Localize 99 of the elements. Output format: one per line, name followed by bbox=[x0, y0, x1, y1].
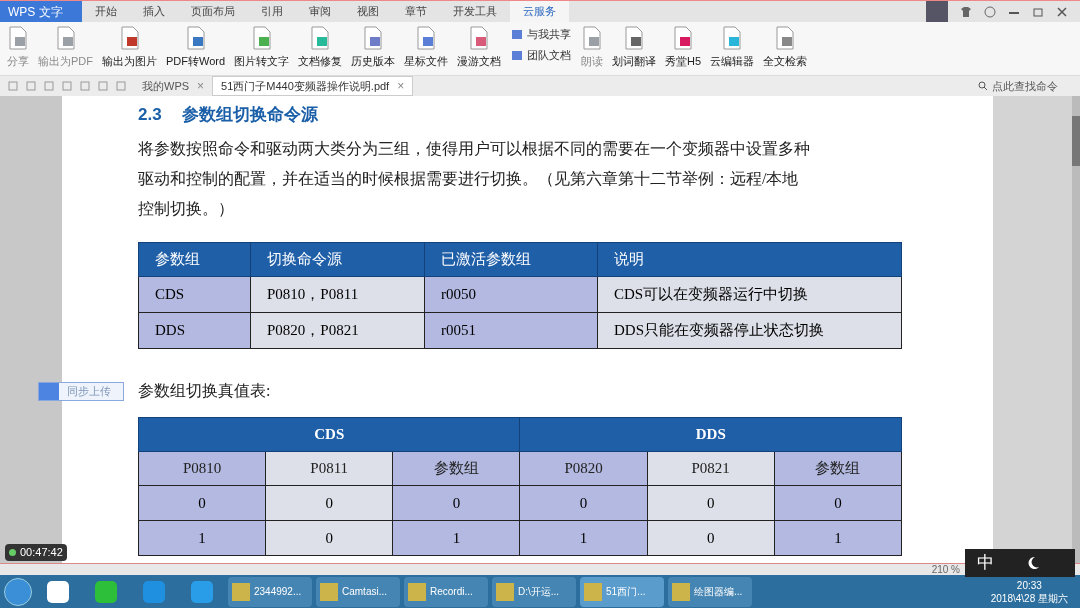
table-cell: 0 bbox=[519, 485, 648, 521]
table-header-cell: 已激活参数组 bbox=[424, 242, 598, 277]
start-button[interactable] bbox=[4, 577, 32, 606]
table-cell: 0 bbox=[647, 520, 775, 556]
clock-date: 2018\4\28 星期六 bbox=[990, 591, 1068, 605]
ribbon-button[interactable]: 漫游文档 bbox=[454, 26, 505, 70]
moon-icon bbox=[1026, 556, 1040, 570]
table-cell: 0 bbox=[265, 485, 393, 521]
document-icon bbox=[362, 26, 385, 50]
menu-tab[interactable]: 章节 bbox=[392, 1, 440, 22]
document-tab[interactable]: 我的WPS × bbox=[134, 76, 213, 96]
folder-icon bbox=[511, 48, 524, 61]
ribbon-button[interactable]: 划词翻译 bbox=[609, 26, 660, 70]
table-cell: 0 bbox=[774, 485, 902, 521]
document-icon bbox=[118, 26, 141, 50]
app-icon[interactable] bbox=[94, 579, 118, 604]
ribbon-small-button[interactable]: 团队文档 bbox=[511, 46, 572, 63]
search-icon bbox=[978, 81, 988, 91]
document-icon bbox=[581, 26, 604, 50]
heading-number: 2.3 bbox=[138, 104, 162, 127]
table-cell: 1 bbox=[138, 520, 266, 556]
table-header-cell: P0820 bbox=[519, 451, 648, 486]
restore-icon[interactable] bbox=[1032, 5, 1044, 18]
table-cell: DDS只能在变频器停止状态切换 bbox=[597, 312, 902, 349]
table-header-cell: DDS bbox=[519, 417, 902, 452]
table-cell: P0810，P0811 bbox=[250, 276, 425, 313]
taskbar-button[interactable]: 绘图器编... bbox=[668, 576, 752, 607]
body-paragraph: 将参数按照命令和驱动两大类分为三组，使得用户可以根据不同的需要在一个变频器中设置多种 驱动和控制的配置，并在适当的时候根据需要进行切换。（见第六章第十二节举例：远程/本地 控制切换。） bbox=[138, 139, 811, 219]
taskbar-button[interactable]: D:\开运... bbox=[492, 576, 576, 607]
document-icon bbox=[7, 26, 29, 50]
document-icon bbox=[184, 26, 207, 50]
menu-tab[interactable]: 审阅 bbox=[296, 1, 344, 22]
taskbar-button[interactable]: Camtasi... bbox=[316, 576, 400, 607]
table-cell: r0051 bbox=[424, 312, 598, 349]
ribbon-button[interactable]: 星标文件 bbox=[401, 26, 452, 70]
table-header-cell: 参数组 bbox=[774, 451, 902, 486]
table-header-cell: 参数组 bbox=[138, 242, 251, 277]
document-icon bbox=[415, 26, 438, 50]
table-header-cell: P0810 bbox=[138, 451, 266, 486]
menu-tab[interactable]: 页面布局 bbox=[178, 1, 248, 22]
ribbon-button[interactable]: 图片转文字 bbox=[231, 26, 293, 70]
menu-tab[interactable]: 云服务 bbox=[510, 1, 569, 22]
table-cell: 0 bbox=[392, 485, 520, 521]
document-icon bbox=[250, 26, 273, 50]
table-cell: CDS bbox=[138, 276, 251, 313]
ribbon-button[interactable]: 文档修复 bbox=[295, 26, 346, 70]
ribbon-small-button[interactable]: 与我共享 bbox=[511, 26, 572, 43]
table-cell: 0 bbox=[647, 485, 775, 521]
menu-tab[interactable]: 插入 bbox=[130, 1, 178, 22]
table-cell: 0 bbox=[138, 485, 266, 521]
ime-toolbar[interactable]: 中 bbox=[965, 549, 1075, 577]
taskbar-button[interactable]: Recordi... bbox=[404, 576, 488, 607]
table-header-cell: P0821 bbox=[647, 451, 775, 486]
menu-tab[interactable]: 视图 bbox=[344, 1, 392, 22]
recording-timer: 00:47:42 bbox=[5, 544, 67, 561]
table-cell: P0820，P0821 bbox=[250, 312, 425, 349]
table-cell: 0 bbox=[265, 520, 393, 556]
table-header-cell: 参数组 bbox=[392, 451, 520, 486]
scrollbar-thumb[interactable] bbox=[1072, 116, 1080, 166]
ribbon-button[interactable]: 秀堂H5 bbox=[662, 26, 705, 70]
app-menu-button[interactable]: WPS 文字 bbox=[0, 1, 82, 22]
zoom-level[interactable]: 210 % bbox=[931, 564, 960, 575]
ribbon-button[interactable]: 输出为图片 bbox=[99, 26, 160, 70]
document-icon bbox=[672, 26, 695, 50]
table-caption: 参数组切换真值表: bbox=[138, 381, 272, 401]
table-header-cell: 切换命令源 bbox=[250, 242, 425, 277]
ribbon-button[interactable]: 全文检索 bbox=[760, 26, 811, 70]
skin-icon[interactable] bbox=[960, 5, 972, 18]
table-cell: CDS可以在变频器运行中切换 bbox=[597, 276, 902, 313]
menu-tab[interactable]: 引用 bbox=[248, 1, 296, 22]
document-tab[interactable]: 51西门子M440变频器操作说明.pdf × bbox=[212, 76, 414, 96]
table-cell: r0050 bbox=[424, 276, 598, 313]
document-icon bbox=[774, 26, 797, 50]
table-header-cell: 说明 bbox=[597, 242, 902, 277]
clock-time: 20:33 bbox=[1016, 578, 1042, 592]
table-header-cell: P0811 bbox=[265, 451, 393, 486]
document-icon bbox=[309, 26, 332, 50]
section-heading: 参数组切换命令源 bbox=[181, 104, 318, 127]
scrollbar-track[interactable] bbox=[1072, 96, 1080, 563]
table-header-cell: CDS bbox=[138, 417, 520, 452]
ribbon-button[interactable]: 云编辑器 bbox=[707, 26, 758, 70]
menu-tab[interactable]: 开始 bbox=[82, 1, 130, 22]
table-cell: 1 bbox=[519, 520, 648, 556]
table-cell: 1 bbox=[774, 520, 902, 556]
menu-tab[interactable]: 开发工具 bbox=[440, 1, 510, 22]
app-icon[interactable] bbox=[46, 579, 70, 604]
close-icon[interactable] bbox=[1056, 5, 1068, 18]
folder-icon bbox=[511, 28, 524, 41]
avatar-icon[interactable] bbox=[926, 0, 948, 23]
ribbon-button[interactable]: PDF转Word bbox=[163, 26, 229, 70]
command-search-field[interactable]: 点此查找命令 bbox=[978, 77, 1080, 95]
document-icon bbox=[54, 26, 77, 50]
table-cell: DDS bbox=[138, 312, 251, 349]
ribbon-button[interactable]: 历史版本 bbox=[348, 26, 399, 70]
document-icon bbox=[623, 26, 646, 50]
taskbar-button[interactable]: 2344992... bbox=[228, 576, 312, 607]
document-icon bbox=[721, 26, 744, 50]
table-cell: 1 bbox=[392, 520, 520, 556]
document-icon bbox=[468, 26, 491, 50]
